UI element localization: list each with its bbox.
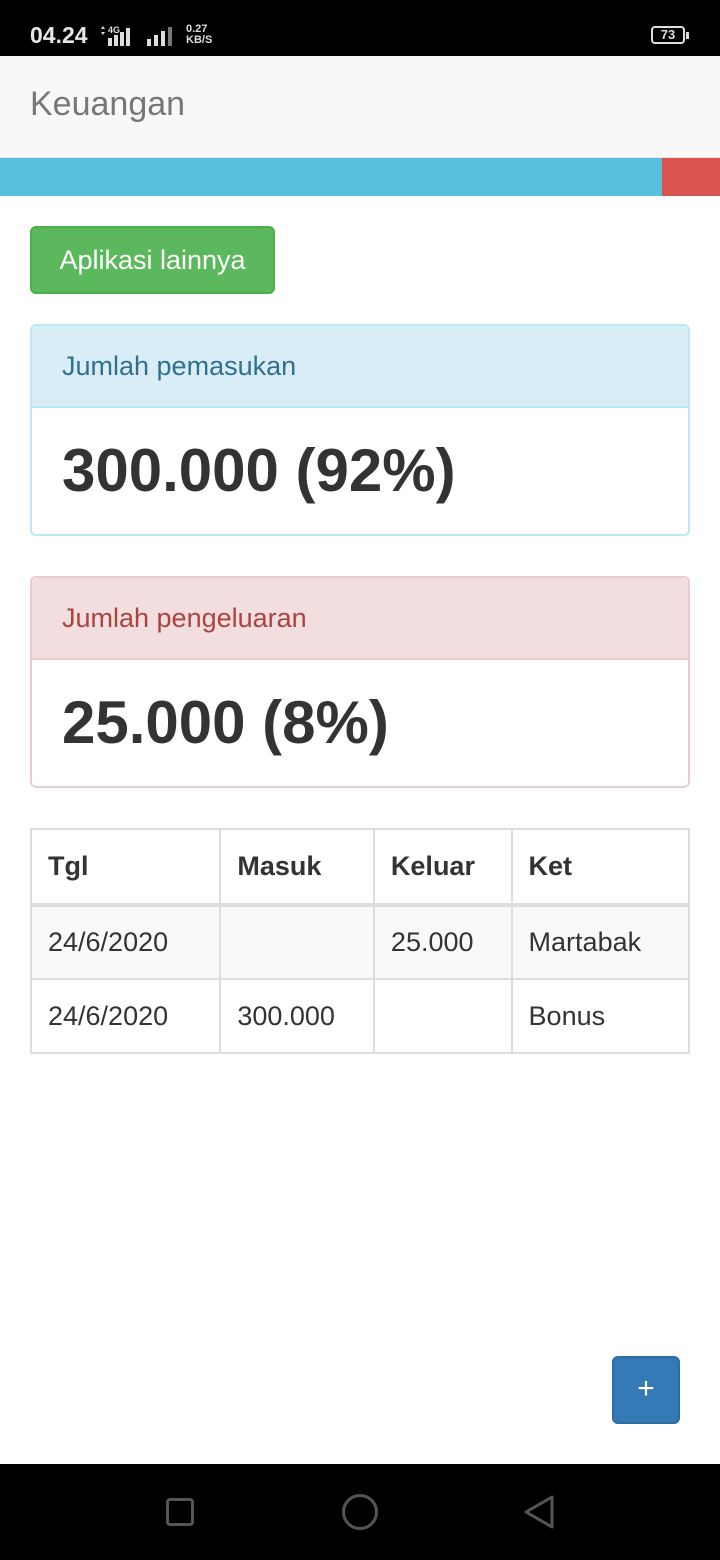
cell-income: 300.000 — [219, 978, 375, 1054]
network-speed-unit: KB/S — [186, 34, 213, 46]
status-bar: 04.24 4G 0.27 KB/S 73 — [0, 0, 720, 56]
add-transaction-button[interactable]: + — [612, 1356, 680, 1424]
network-speed: 0.27 KB/S — [186, 24, 212, 46]
transactions-table: Tgl Masuk Keluar Ket 24/6/2020 25.000 Ma… — [29, 828, 691, 1054]
table-header-row: Tgl Masuk Keluar Ket — [29, 828, 691, 907]
balance-progress-bar — [0, 158, 720, 196]
income-panel-heading: Jumlah pemasukan — [32, 326, 688, 408]
battery-icon: 73 — [651, 26, 689, 44]
column-header-expense: Keluar — [372, 828, 513, 907]
app-title: Keuangan — [30, 85, 186, 123]
network-type-label: 4G — [108, 25, 120, 35]
cell-date: 24/6/2020 — [29, 978, 222, 1054]
income-progress-segment — [0, 158, 663, 196]
column-header-note: Ket — [510, 828, 691, 907]
cell-expense — [372, 978, 513, 1054]
table-row: 24/6/2020 300.000 Bonus — [29, 978, 691, 1054]
signal-icons: 4G — [100, 24, 178, 46]
cell-income — [219, 904, 375, 980]
income-panel: Jumlah pemasukan 300.000 (92%) — [30, 324, 690, 536]
plus-icon: + — [637, 1372, 655, 1405]
column-header-date: Tgl — [29, 828, 222, 907]
cell-note: Bonus — [510, 978, 691, 1054]
signal-bars-icon — [147, 27, 172, 46]
app-bar: Keuangan — [0, 56, 720, 158]
cell-date: 24/6/2020 — [29, 904, 222, 980]
cell-expense: 25.000 — [372, 904, 513, 980]
system-nav-bar — [0, 1464, 720, 1560]
expense-panel-heading: Jumlah pengeluaran — [32, 578, 688, 660]
table-row: 24/6/2020 25.000 Martabak — [29, 904, 691, 980]
cell-note: Martabak — [510, 904, 691, 980]
expense-total: 25.000 (8%) — [62, 689, 389, 756]
expense-progress-segment — [662, 158, 720, 196]
battery-level: 73 — [660, 27, 676, 42]
recent-apps-icon[interactable] — [166, 1498, 194, 1526]
other-apps-button[interactable]: Aplikasi lainnya — [30, 226, 275, 294]
home-icon[interactable] — [342, 1494, 378, 1530]
status-time: 04.24 — [30, 22, 88, 48]
income-total: 300.000 (92%) — [62, 437, 456, 504]
back-icon[interactable] — [522, 1494, 556, 1530]
column-header-income: Masuk — [219, 828, 375, 907]
expense-panel: Jumlah pengeluaran 25.000 (8%) — [30, 576, 690, 788]
signal-4g-icon: 4G — [101, 25, 130, 46]
